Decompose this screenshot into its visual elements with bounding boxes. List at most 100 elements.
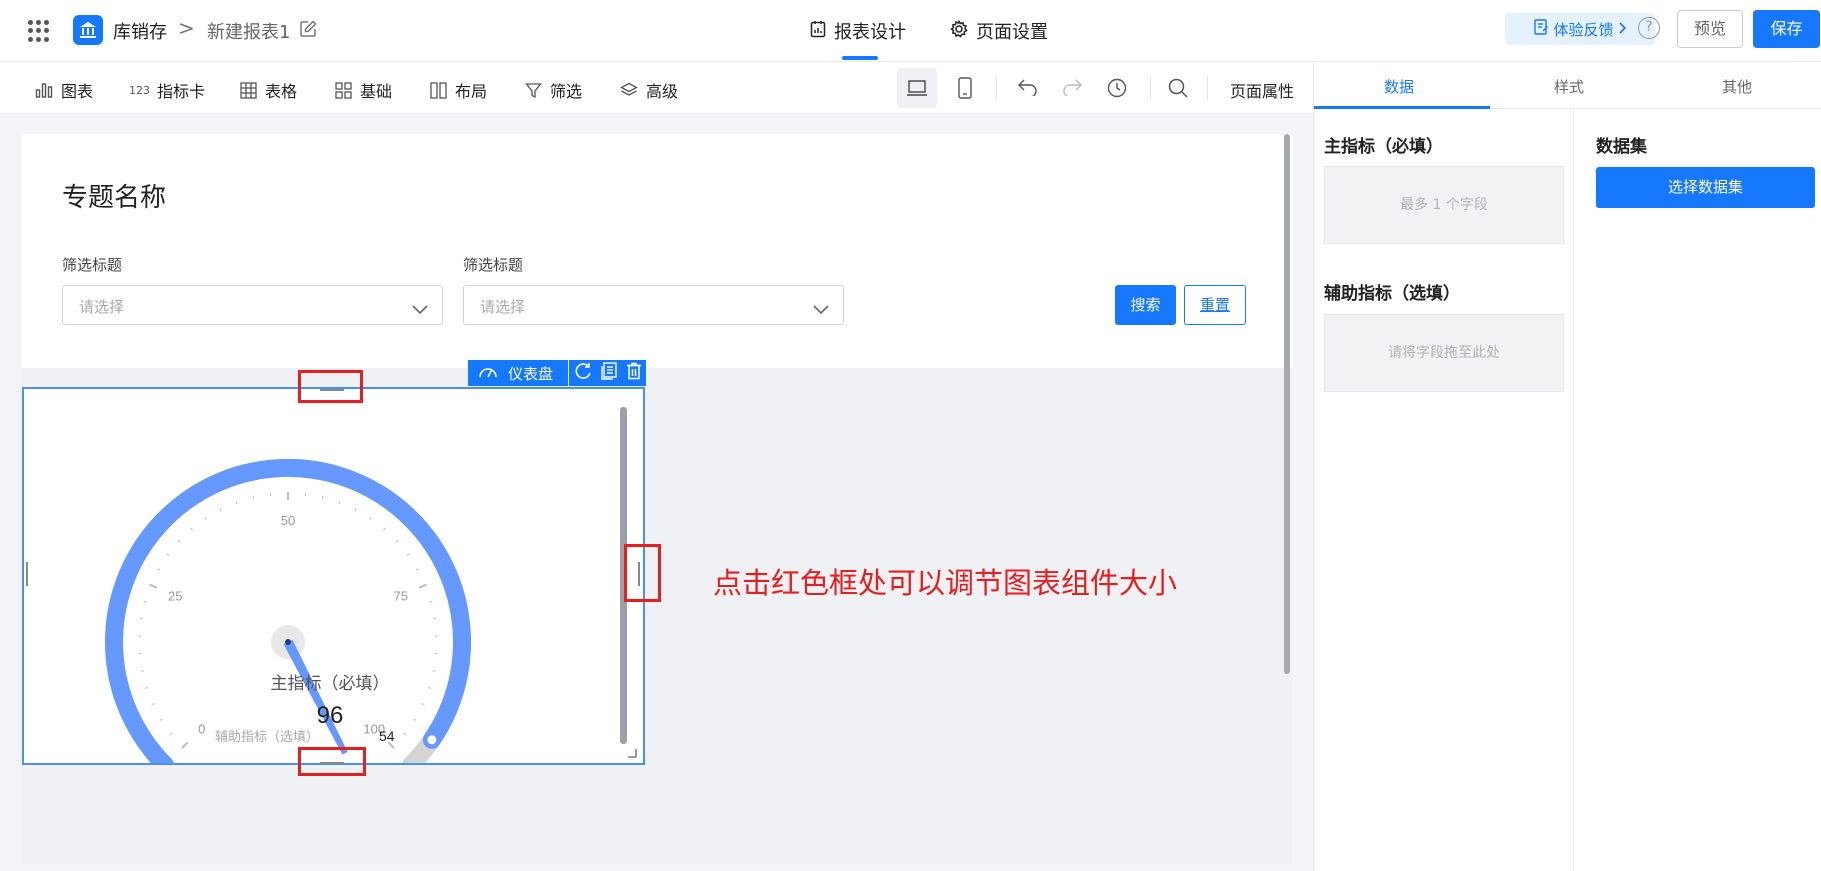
topic-title[interactable]: 专题名称 — [62, 177, 166, 214]
report-design-icon — [810, 20, 826, 43]
page-properties-button[interactable]: 页面属性 — [1230, 78, 1294, 102]
widget-type-label: 仪表盘 — [508, 364, 554, 383]
toolbar-item-advanced[interactable]: 高级 — [620, 78, 678, 102]
gauge-minor-tick — [427, 686, 431, 689]
design-canvas: 专题名称 筛选标题 请选择 筛选标题 请选择 搜索 重置 仪表盘 0 25 50… — [0, 114, 1313, 871]
app-logo-icon — [73, 15, 103, 45]
toolbar-item-table[interactable]: 表格 — [240, 78, 297, 102]
chevron-right-icon — [1618, 20, 1626, 38]
aux-metric-dropzone[interactable]: 请将字段拖至此处 — [1324, 314, 1564, 392]
resize-handle-bottom[interactable] — [320, 762, 344, 764]
annotation-text: 点击红色框处可以调节图表组件大小 — [713, 566, 1178, 600]
gauge-minor-tick — [219, 508, 222, 512]
select-placeholder: 请选择 — [79, 298, 125, 316]
feedback-icon — [1534, 19, 1549, 39]
gauge-minor-tick — [252, 496, 255, 500]
gauge-chart: 0255075100 主指标（必填） 96 辅助指标（选填） 54 — [105, 459, 637, 763]
aux-metric-title: 辅助指标（选填） — [1324, 284, 1460, 304]
gauge-minor-tick — [403, 732, 407, 736]
toolbar-item-label: 指标卡 — [157, 82, 206, 101]
delete-icon[interactable] — [626, 362, 642, 384]
help-icon[interactable]: ? — [1638, 17, 1660, 39]
toolbar-divider — [1150, 76, 1151, 100]
gauge-minor-tick — [190, 527, 193, 531]
history-icon[interactable] — [1107, 78, 1127, 102]
feedback-label: 体验反馈 — [1553, 20, 1614, 39]
tab-report-design[interactable]: 报表设计 — [810, 18, 906, 44]
search-icon[interactable] — [1168, 78, 1188, 102]
gauge-minor-tick — [432, 670, 436, 672]
gauge-widget[interactable]: 0 25 50 75 100 主指标（必填） 96 辅助指标（选填） 54 — [22, 387, 645, 765]
toolbar-item-label: 基础 — [360, 82, 393, 101]
active-tab-indicator — [1314, 106, 1490, 109]
gauge-minor-tick — [369, 517, 372, 521]
gauge-sub-value: 54 — [379, 728, 395, 744]
save-button[interactable]: 保存 — [1753, 10, 1820, 48]
gauge-minor-tick — [177, 539, 181, 543]
resize-handle-top[interactable] — [320, 389, 344, 391]
resize-handle-left[interactable] — [26, 562, 28, 586]
gauge-minor-tick — [166, 553, 170, 557]
scrollbar-thumb[interactable] — [1284, 134, 1290, 674]
dataset-title: 数据集 — [1596, 137, 1647, 157]
select-dataset-button[interactable]: 选择数据集 — [1596, 167, 1815, 208]
bar-chart-icon — [35, 81, 53, 99]
tab-page-settings[interactable]: 页面设置 — [950, 18, 1048, 44]
app-grid-icon[interactable] — [28, 20, 50, 42]
toolbar-item-filter[interactable]: 筛选 — [525, 78, 582, 102]
gauge-tick-label: 0 — [198, 721, 205, 736]
feedback-button[interactable]: 体验反馈 — [1505, 13, 1655, 45]
gauge-minor-tick — [416, 568, 420, 571]
tab-other[interactable]: 其他 — [1652, 76, 1821, 97]
main-metric-title: 主指标（必填） — [1324, 137, 1443, 157]
resize-handle-right-highlight — [624, 544, 661, 602]
gauge-major-tick — [181, 741, 189, 749]
gauge-major-tick — [418, 583, 427, 589]
reset-button[interactable]: 重置 — [1184, 285, 1246, 325]
undo-icon[interactable] — [1017, 78, 1039, 100]
gauge-needle-pin — [285, 639, 291, 645]
gauge-minor-tick — [338, 501, 341, 505]
edit-icon[interactable] — [299, 20, 317, 42]
gauge-value-marker — [424, 732, 440, 748]
filter-panel — [22, 134, 1292, 368]
toolbar-item-metric-card[interactable]: 123 指标卡 — [129, 78, 205, 102]
resize-handle-right[interactable] — [638, 562, 640, 586]
gauge-main-label: 主指标（必填） — [271, 674, 390, 693]
toolbar-item-layout[interactable]: 布局 — [430, 78, 487, 102]
widget-type-tag: 仪表盘 — [468, 360, 568, 386]
app-name[interactable]: 库销存 — [113, 18, 167, 44]
main-metric-dropzone[interactable]: 最多 1 个字段 — [1324, 166, 1564, 244]
breadcrumb-separator: > — [178, 16, 195, 40]
copy-icon[interactable] — [600, 362, 617, 384]
tab-data[interactable]: 数据 — [1314, 76, 1484, 97]
canvas-scrollbar[interactable] — [1284, 134, 1292, 794]
filter-select[interactable]: 请选择 — [463, 285, 844, 325]
gauge-minor-tick — [159, 718, 163, 721]
tab-style[interactable]: 样式 — [1484, 76, 1654, 97]
mobile-icon[interactable] — [958, 77, 972, 103]
gauge-minor-tick — [421, 703, 425, 706]
tab-page-settings-label: 页面设置 — [976, 22, 1048, 43]
toolbar-item-label: 布局 — [455, 82, 488, 101]
gauge-minor-tick — [235, 501, 238, 505]
filter-select[interactable]: 请选择 — [62, 285, 443, 325]
laptop-icon[interactable] — [906, 79, 928, 101]
refresh-icon[interactable] — [574, 362, 592, 384]
search-button[interactable]: 搜索 — [1115, 285, 1176, 325]
toolbar-item-label: 高级 — [646, 82, 679, 101]
filter-label: 筛选标题 — [463, 256, 524, 274]
toolbar-item-chart[interactable]: 图表 — [35, 78, 93, 102]
toolbar-item-basic[interactable]: 基础 — [335, 78, 392, 102]
gauge-major-tick — [149, 583, 158, 589]
gauge-minor-tick — [383, 527, 386, 531]
select-placeholder: 请选择 — [480, 298, 526, 316]
toolbar-item-label: 表格 — [265, 82, 298, 101]
gauge-minor-tick — [143, 600, 147, 603]
gauge-minor-tick — [140, 670, 144, 672]
gauge-minor-tick — [406, 553, 410, 557]
preview-button[interactable]: 预览 — [1677, 10, 1743, 48]
gauge-minor-tick — [204, 517, 207, 521]
redo-icon[interactable] — [1061, 78, 1083, 100]
gauge-minor-tick — [354, 508, 357, 512]
